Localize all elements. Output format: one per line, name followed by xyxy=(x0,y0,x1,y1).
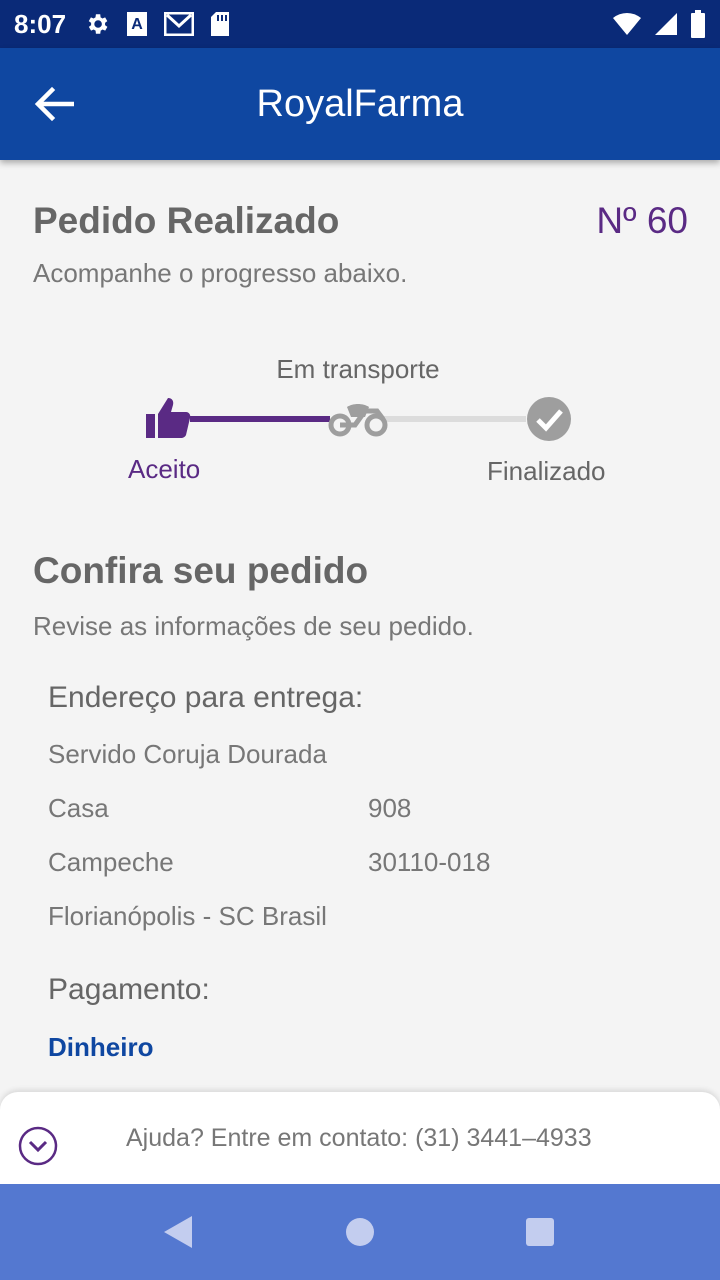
progress-line-pending xyxy=(384,416,526,422)
order-progress-tracker: Em transporte Aceito Finalizado xyxy=(0,346,720,496)
address-heading: Endereço para entrega: xyxy=(48,681,364,714)
system-nav-bar xyxy=(0,1184,720,1280)
back-arrow-icon[interactable] xyxy=(34,86,74,122)
address-number: 908 xyxy=(368,793,412,823)
gmail-icon xyxy=(164,12,195,36)
address-type: Casa xyxy=(48,793,109,823)
sd-card-icon xyxy=(211,12,230,36)
step-transport-label: Em transporte xyxy=(276,354,440,384)
app-bar: RoyalFarma xyxy=(0,48,720,160)
nav-recents-icon[interactable] xyxy=(525,1217,555,1247)
order-number: Nº 60 xyxy=(596,200,688,241)
address-street: Servido Coruja Dourada xyxy=(48,739,327,769)
settings-gear-icon xyxy=(88,14,108,34)
help-contact-text: Ajuda? Entre em contato: (31) 3441–4933 xyxy=(126,1124,592,1152)
thumbs-up-icon xyxy=(146,398,191,438)
step-finished-label: Finalizado xyxy=(487,456,606,486)
help-panel: Ajuda? Entre em contato: (31) 3441–4933 xyxy=(0,1092,720,1184)
app-title: RoyalFarma xyxy=(256,82,464,125)
chevron-down-circle-icon[interactable] xyxy=(18,1126,58,1166)
progress-line-completed xyxy=(190,416,330,422)
payment-method: Dinheiro xyxy=(48,1032,154,1062)
font-a-icon: A xyxy=(127,12,148,36)
check-circle-icon xyxy=(527,397,571,441)
address-city: Florianópolis - SC Brasil xyxy=(48,901,327,931)
status-bar: 8:07 A xyxy=(0,0,720,48)
nav-back-icon[interactable] xyxy=(162,1215,194,1249)
wifi-icon xyxy=(613,12,641,36)
step-accepted-label: Aceito xyxy=(128,454,201,484)
status-time: 8:07 xyxy=(14,8,67,39)
system-status-icons xyxy=(612,10,706,38)
signal-icon xyxy=(655,13,677,35)
address-zip: 30110-018 xyxy=(368,847,491,877)
svg-text:A: A xyxy=(131,16,143,33)
notification-icons: A xyxy=(84,11,230,37)
review-subtitle: Revise as informações de seu pedido. xyxy=(33,611,474,641)
order-title: Pedido Realizado xyxy=(33,200,340,241)
payment-heading: Pagamento: xyxy=(48,973,210,1006)
address-district: Campeche xyxy=(48,847,174,877)
nav-home-icon[interactable] xyxy=(345,1217,375,1247)
order-subtitle: Acompanhe o progresso abaixo. xyxy=(33,258,408,288)
battery-icon xyxy=(691,10,705,38)
motorcycle-icon xyxy=(328,404,388,437)
review-title: Confira seu pedido xyxy=(33,550,369,591)
